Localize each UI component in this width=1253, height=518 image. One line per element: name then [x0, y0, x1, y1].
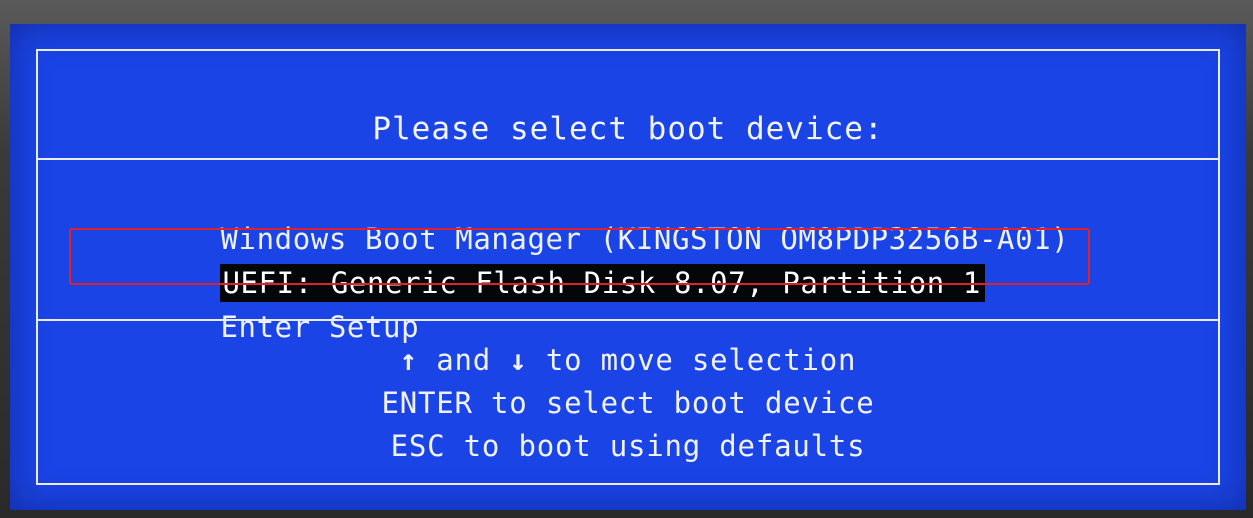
help-move-text: to move selection — [527, 343, 857, 377]
boot-device-list: Windows Boot Manager (KINGSTON OM8PDP325… — [76, 173, 1069, 344]
help-line-esc: ESC to boot using defaults — [390, 429, 866, 463]
boot-option-label: UEFI: Generic Flash Disk 8.07, Partition… — [220, 264, 985, 302]
help-divider — [38, 319, 1218, 321]
help-line-move: ↑ and ↓ to move selection — [38, 339, 1218, 382]
help-line-enter: ENTER to select boot device — [381, 386, 875, 420]
down-arrow-icon: ↓ — [509, 343, 528, 377]
help-and-text: and — [418, 343, 510, 377]
bios-screen: Please select boot device: Windows Boot … — [10, 24, 1246, 510]
title-divider — [38, 158, 1218, 160]
boot-menu-frame: Please select boot device: Windows Boot … — [36, 49, 1220, 485]
boot-option-label: Windows Boot Manager (KINGSTON OM8PDP325… — [220, 222, 1070, 256]
boot-option-windows-boot-manager[interactable]: Windows Boot Manager (KINGSTON OM8PDP325… — [76, 173, 1069, 256]
up-arrow-icon: ↑ — [399, 343, 418, 377]
help-text: ↑ and ↓ to move selection ENTER to selec… — [38, 339, 1218, 468]
boot-menu-title: Please select boot device: — [372, 111, 884, 147]
